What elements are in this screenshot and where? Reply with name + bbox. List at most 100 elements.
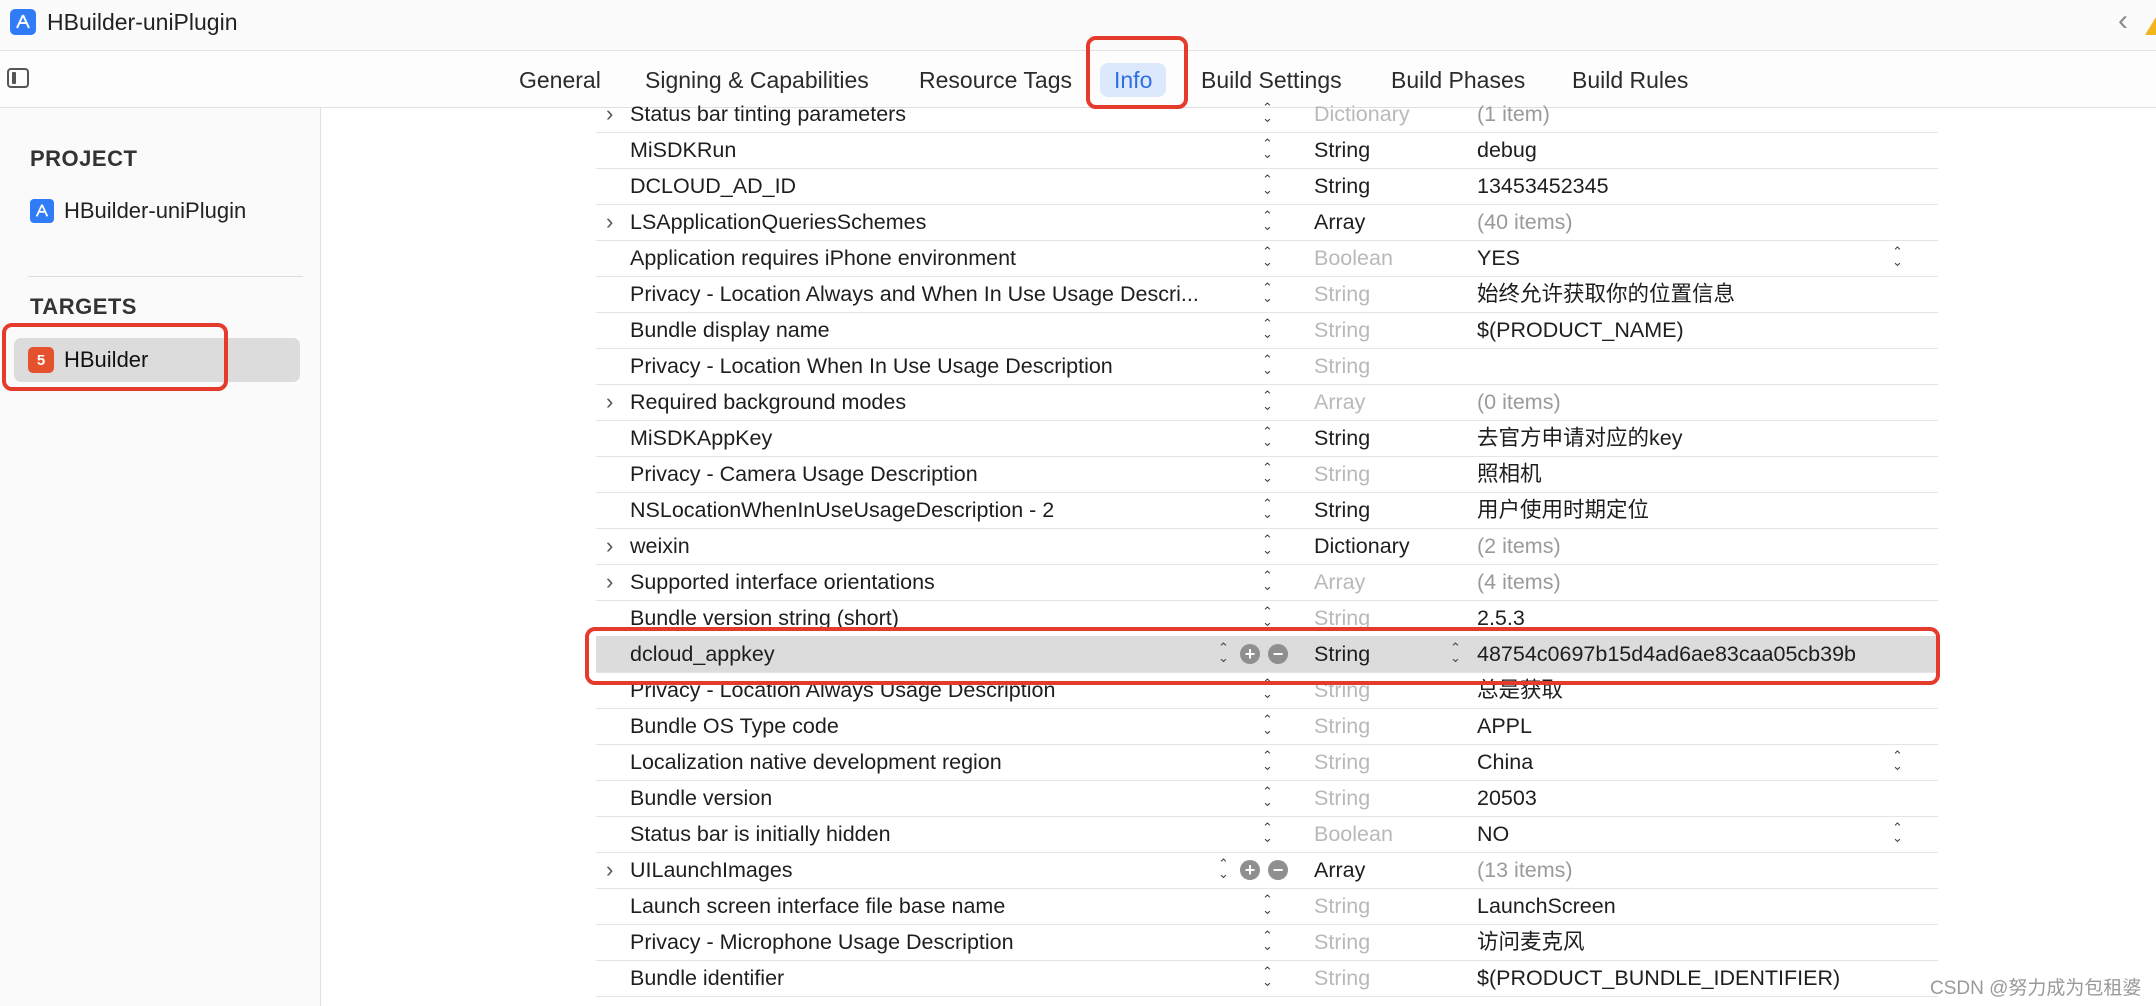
plist-value[interactable]: 去官方申请对应的key bbox=[1477, 420, 1682, 456]
plist-row[interactable]: › LSApplicationQueriesSchemes ⌃ ⌄ Array (40 i… bbox=[596, 204, 1938, 241]
plist-key[interactable]: Application requires iPhone environment bbox=[630, 240, 1260, 276]
plist-key[interactable]: Launch screen interface file base name bbox=[630, 888, 1260, 924]
project-item[interactable]: HBuilder-uniPlugin bbox=[30, 198, 246, 224]
plist-type[interactable]: String bbox=[1314, 888, 1370, 924]
disclosure-chevron-icon[interactable]: › bbox=[606, 564, 613, 600]
key-stepper-icon[interactable]: ⌃ ⌄ bbox=[1218, 857, 1230, 883]
plist-value[interactable]: (2 items) bbox=[1477, 528, 1561, 564]
tab-build-phases[interactable]: Build Phases bbox=[1391, 63, 1525, 97]
plist-row[interactable]: Bundle display name ⌃ ⌄ String $(PRODUCT_NAM… bbox=[596, 312, 1938, 349]
plist-value[interactable]: (4 items) bbox=[1477, 564, 1561, 600]
plist-type[interactable]: String bbox=[1314, 312, 1370, 348]
plist-type[interactable]: String bbox=[1314, 960, 1370, 996]
plist-key[interactable]: DCLOUD_AD_ID bbox=[630, 168, 1260, 204]
plist-key[interactable]: Status bar is initially hidden bbox=[630, 816, 1260, 852]
plist-key[interactable]: Status bar tinting parameters bbox=[630, 96, 1260, 132]
disclosure-chevron-icon[interactable]: › bbox=[606, 96, 613, 132]
plist-type[interactable]: String bbox=[1314, 708, 1370, 744]
key-stepper-icon[interactable]: ⌃ ⌄ bbox=[1262, 893, 1274, 919]
plist-row[interactable]: Status bar is initially hidden ⌃ ⌄ Boolean N… bbox=[596, 816, 1938, 853]
plist-value[interactable]: debug bbox=[1477, 132, 1537, 168]
plist-row[interactable]: Bundle identifier ⌃ ⌄ String $(PRODUCT_BUNDL… bbox=[596, 960, 1938, 997]
plist-type[interactable]: Array bbox=[1314, 204, 1365, 240]
plist-row[interactable]: › Required background modes ⌃ ⌄ Array (0 item… bbox=[596, 384, 1938, 421]
plist-type[interactable]: String bbox=[1314, 276, 1370, 312]
key-stepper-icon[interactable]: ⌃ ⌄ bbox=[1262, 461, 1274, 487]
plist-type[interactable]: String bbox=[1314, 924, 1370, 960]
key-stepper-icon[interactable]: ⌃ ⌄ bbox=[1262, 353, 1274, 379]
plist-type[interactable]: String bbox=[1314, 168, 1370, 204]
key-stepper-icon[interactable]: ⌃ ⌄ bbox=[1262, 209, 1274, 235]
key-stepper-icon[interactable]: ⌃ ⌄ bbox=[1262, 173, 1274, 199]
key-stepper-icon[interactable]: ⌃ ⌄ bbox=[1262, 821, 1274, 847]
disclosure-chevron-icon[interactable]: › bbox=[606, 384, 613, 420]
key-stepper-icon[interactable]: ⌃ ⌄ bbox=[1262, 677, 1274, 703]
plist-value[interactable]: (40 items) bbox=[1477, 204, 1573, 240]
plist-value[interactable]: (13 items) bbox=[1477, 852, 1573, 888]
plist-value[interactable]: (0 items) bbox=[1477, 384, 1561, 420]
plist-value[interactable]: $(PRODUCT_BUNDLE_IDENTIFIER) bbox=[1477, 960, 1840, 996]
key-stepper-icon[interactable]: ⌃ ⌄ bbox=[1262, 245, 1274, 271]
plist-value[interactable]: 20503 bbox=[1477, 780, 1537, 816]
plist-key[interactable]: Bundle version bbox=[630, 780, 1260, 816]
value-stepper-icon[interactable]: ⌃ ⌄ bbox=[1892, 245, 1904, 271]
plist-row[interactable]: dcloud_appkey ⌃ ⌄ + − String ⌃ ⌄ 48754c0697b15d4… bbox=[596, 636, 1938, 673]
disclosure-chevron-icon[interactable]: › bbox=[606, 528, 613, 564]
key-stepper-icon[interactable]: ⌃ ⌄ bbox=[1262, 497, 1274, 523]
warning-icon[interactable] bbox=[2145, 17, 2156, 35]
value-stepper-icon[interactable]: ⌃ ⌄ bbox=[1892, 749, 1904, 775]
key-stepper-icon[interactable]: ⌃ ⌄ bbox=[1262, 713, 1274, 739]
plist-key[interactable]: Bundle version string (short) bbox=[630, 600, 1260, 636]
plist-row[interactable]: Localization native development region ⌃ ⌄… bbox=[596, 744, 1938, 781]
plist-type[interactable]: String bbox=[1314, 780, 1370, 816]
plist-key[interactable]: Privacy - Microphone Usage Description bbox=[630, 924, 1260, 960]
plist-value[interactable]: 13453452345 bbox=[1477, 168, 1609, 204]
key-stepper-icon[interactable]: ⌃ ⌄ bbox=[1262, 785, 1274, 811]
key-stepper-icon[interactable]: ⌃ ⌄ bbox=[1262, 101, 1274, 127]
plist-key[interactable]: NSLocationWhenInUseUsageDescription - 2 bbox=[630, 492, 1260, 528]
plist-type[interactable]: String bbox=[1314, 420, 1370, 456]
plist-key[interactable]: Bundle OS Type code bbox=[630, 708, 1260, 744]
key-stepper-icon[interactable]: ⌃ ⌄ bbox=[1262, 965, 1274, 991]
key-stepper-icon[interactable]: ⌃ ⌄ bbox=[1262, 317, 1274, 343]
add-row-icon[interactable]: + bbox=[1240, 860, 1260, 880]
plist-row[interactable]: NSLocationWhenInUseUsageDescription - 2 ⌃… bbox=[596, 492, 1938, 529]
value-stepper-icon[interactable]: ⌃ ⌄ bbox=[1892, 821, 1904, 847]
plist-row[interactable]: MiSDKAppKey ⌃ ⌄ String 去官方申请对应的key bbox=[596, 420, 1938, 457]
plist-row[interactable]: Application requires iPhone environment ⌃… bbox=[596, 240, 1938, 277]
plist-value[interactable]: China bbox=[1477, 744, 1533, 780]
tab-general[interactable]: General bbox=[519, 63, 601, 97]
key-stepper-icon[interactable]: ⌃ ⌄ bbox=[1262, 749, 1274, 775]
disclosure-chevron-icon[interactable]: › bbox=[606, 852, 613, 888]
key-stepper-icon[interactable]: ⌃ ⌄ bbox=[1262, 281, 1274, 307]
plist-type[interactable]: String bbox=[1314, 132, 1370, 168]
plist-row[interactable]: DCLOUD_AD_ID ⌃ ⌄ String 13453452345 bbox=[596, 168, 1938, 205]
tab-resource-tags[interactable]: Resource Tags bbox=[919, 63, 1072, 97]
plist-key[interactable]: Required background modes bbox=[630, 384, 1260, 420]
plist-value[interactable]: 照相机 bbox=[1477, 456, 1542, 492]
plist-value[interactable]: LaunchScreen bbox=[1477, 888, 1616, 924]
plist-row[interactable]: Bundle version ⌃ ⌄ String 20503 bbox=[596, 780, 1938, 817]
plist-key[interactable]: Privacy - Camera Usage Description bbox=[630, 456, 1260, 492]
plist-key[interactable]: Bundle identifier bbox=[630, 960, 1260, 996]
plist-type[interactable]: Boolean bbox=[1314, 816, 1393, 852]
plist-row[interactable]: › weixin ⌃ ⌄ Dictionary (2 items) bbox=[596, 528, 1938, 565]
plist-key[interactable]: MiSDKRun bbox=[630, 132, 1260, 168]
plist-key[interactable]: dcloud_appkey bbox=[630, 636, 1260, 672]
plist-type[interactable]: String bbox=[1314, 744, 1370, 780]
plist-value[interactable]: APPL bbox=[1477, 708, 1532, 744]
plist-value[interactable]: $(PRODUCT_NAME) bbox=[1477, 312, 1684, 348]
plist-row[interactable]: Launch screen interface file base name ⌃ ⌄… bbox=[596, 888, 1938, 925]
plist-key[interactable]: Supported interface orientations bbox=[630, 564, 1260, 600]
plist-key[interactable]: MiSDKAppKey bbox=[630, 420, 1260, 456]
plist-row[interactable]: Privacy - Location Always Usage Descript… bbox=[596, 672, 1938, 709]
plist-key[interactable]: Privacy - Location Always Usage Descript… bbox=[630, 672, 1260, 708]
tab-info[interactable]: Info bbox=[1100, 63, 1167, 97]
plist-row[interactable]: › Status bar tinting parameters ⌃ ⌄ Dictiona… bbox=[596, 96, 1938, 133]
sidebar-toggle-icon[interactable] bbox=[7, 68, 29, 88]
key-stepper-icon[interactable]: ⌃ ⌄ bbox=[1262, 425, 1274, 451]
plist-type[interactable]: Array bbox=[1314, 564, 1365, 600]
plist-row[interactable]: Bundle OS Type code ⌃ ⌄ String APPL bbox=[596, 708, 1938, 745]
plist-value[interactable]: YES bbox=[1477, 240, 1520, 276]
plist-type[interactable]: String bbox=[1314, 492, 1370, 528]
